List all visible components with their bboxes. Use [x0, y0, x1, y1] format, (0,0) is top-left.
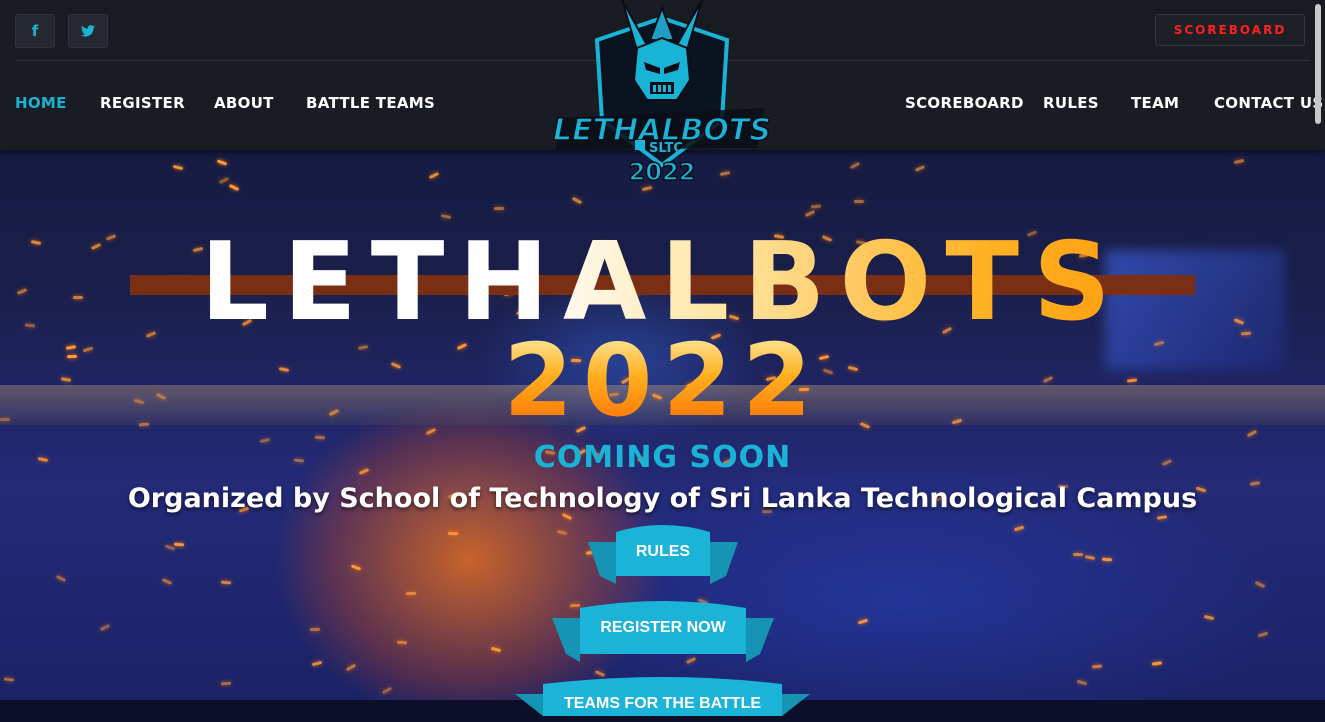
spark: [309, 627, 321, 632]
facebook-icon: f: [31, 22, 39, 40]
spark: [216, 159, 228, 166]
robot-shield-icon: LETHALBOTS SLTC 2022: [552, 0, 772, 187]
teams-for-battle-label: TEAMS FOR THE BATTLE: [563, 695, 762, 712]
spark: [447, 531, 459, 536]
nav-contact-us[interactable]: CONTACT US: [1214, 94, 1323, 112]
spark: [571, 196, 583, 205]
spark: [381, 686, 393, 695]
nav-register[interactable]: REGISTER: [100, 94, 185, 112]
facebook-button[interactable]: f: [15, 14, 55, 48]
lethalbots-logo[interactable]: LETHALBOTS SLTC 2022: [552, 0, 772, 190]
spark: [55, 574, 67, 583]
spark: [857, 618, 869, 625]
spark: [345, 663, 357, 672]
spark: [173, 542, 185, 547]
nav-scoreboard[interactable]: SCOREBOARD: [905, 94, 1024, 112]
spark: [405, 591, 417, 596]
spark: [1151, 661, 1163, 666]
spark: [228, 183, 240, 192]
spark: [1233, 158, 1245, 165]
spark: [556, 529, 568, 536]
page-scrollbar[interactable]: [1315, 4, 1321, 124]
spark: [493, 206, 505, 211]
spark: [849, 161, 861, 170]
spark: [1156, 515, 1168, 520]
spark: [1101, 557, 1113, 562]
nav-team[interactable]: TEAM: [1131, 94, 1179, 112]
spark: [311, 660, 323, 667]
rules-button[interactable]: RULES: [588, 524, 738, 594]
twitter-button[interactable]: [68, 14, 108, 48]
hero-year: 2022: [0, 328, 1325, 433]
spark: [350, 564, 362, 571]
spark: [440, 214, 452, 219]
logo-org-text: SLTC: [649, 141, 683, 156]
spark: [1091, 664, 1103, 669]
spark: [314, 435, 326, 440]
nav-rules[interactable]: RULES: [1043, 94, 1099, 112]
spark: [1013, 525, 1025, 532]
twitter-icon: [81, 25, 95, 37]
register-now-label: REGISTER NOW: [600, 619, 726, 636]
spark: [1254, 581, 1266, 588]
scoreboard-top-button[interactable]: SCOREBOARD: [1155, 14, 1305, 46]
spark: [220, 681, 232, 686]
logo-year-text: 2022: [629, 158, 696, 186]
register-now-button[interactable]: REGISTER NOW: [552, 600, 774, 672]
nav-battle-teams[interactable]: BATTLE TEAMS: [306, 94, 435, 112]
spark: [1203, 614, 1215, 621]
spark: [172, 164, 184, 171]
organizer-text: Organized by School of Technology of Sri…: [127, 483, 1198, 514]
nav-home[interactable]: HOME: [15, 94, 67, 112]
teams-for-battle-button[interactable]: TEAMS FOR THE BATTLE: [515, 676, 810, 716]
spark: [1084, 555, 1096, 560]
nav-about[interactable]: ABOUT: [214, 94, 274, 112]
spark: [428, 171, 440, 180]
spark: [3, 677, 15, 682]
spark: [220, 580, 232, 585]
spark: [1257, 631, 1269, 638]
spark: [1072, 552, 1084, 557]
spark: [853, 199, 865, 204]
spark: [914, 165, 926, 172]
spark: [99, 623, 111, 632]
rules-button-label: RULES: [635, 543, 691, 560]
spark: [161, 578, 173, 585]
spark: [1076, 679, 1088, 686]
coming-soon-label: COMING SOON: [533, 440, 792, 475]
spark: [490, 646, 502, 653]
spark: [804, 210, 816, 217]
spark: [396, 640, 408, 645]
spark: [810, 204, 822, 209]
spark: [218, 176, 230, 185]
